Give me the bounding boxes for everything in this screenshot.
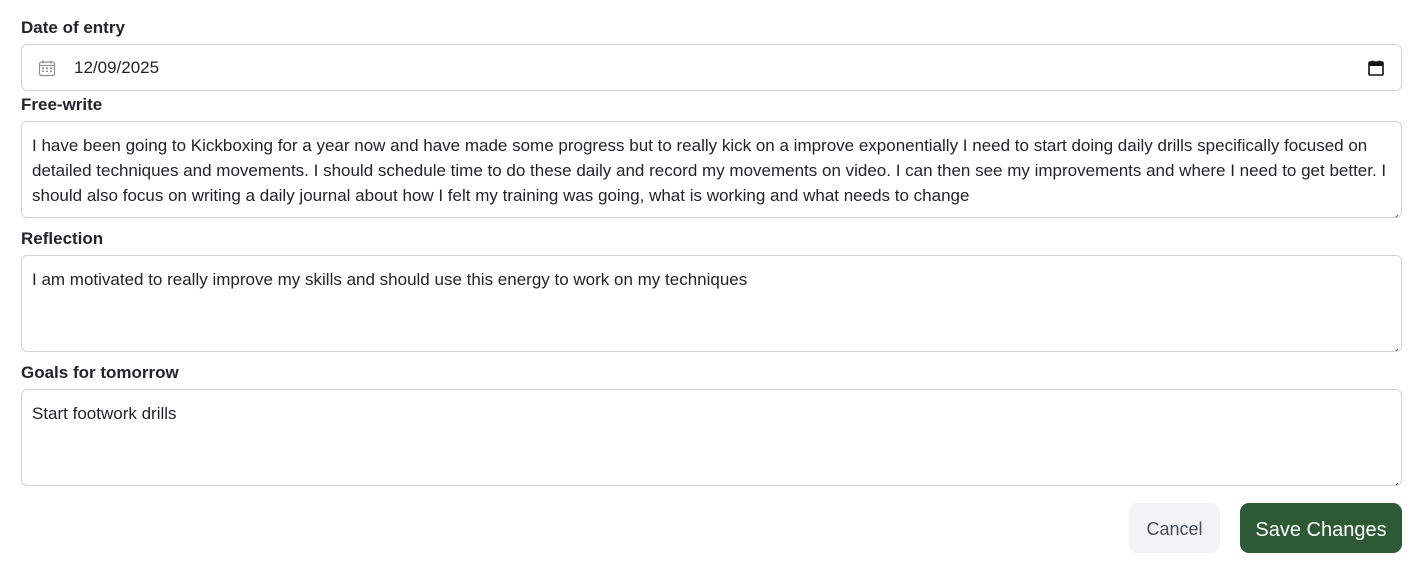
reflection-label: Reflection [21, 229, 104, 248]
calendar-picker-icon[interactable] [1368, 60, 1384, 76]
reflection-textarea[interactable]: I am motivated to really improve my skil… [21, 255, 1402, 352]
date-value: 12/09/2025 [74, 58, 160, 77]
reflection-text: I am motivated to really improve my skil… [32, 270, 748, 289]
resize-handle-icon[interactable] [1389, 339, 1399, 351]
freewrite-text: I have been going to Kickboxing for a ye… [32, 136, 1387, 205]
save-changes-button[interactable]: Save Changes [1240, 503, 1402, 553]
cancel-button[interactable]: Cancel [1129, 503, 1220, 553]
resize-handle-icon[interactable] [1389, 473, 1399, 485]
freewrite-label: Free-write [21, 95, 103, 114]
calendar-icon [38, 59, 56, 77]
freewrite-textarea[interactable]: I have been going to Kickboxing for a ye… [21, 121, 1402, 218]
date-label: Date of entry [21, 18, 125, 37]
goals-label: Goals for tomorrow [21, 363, 179, 382]
resize-handle-icon[interactable] [1389, 205, 1399, 217]
date-input[interactable]: 12/09/2025 [21, 44, 1402, 91]
goals-textarea[interactable]: Start footwork drills [21, 389, 1402, 486]
goals-text: Start footwork drills [32, 404, 177, 423]
